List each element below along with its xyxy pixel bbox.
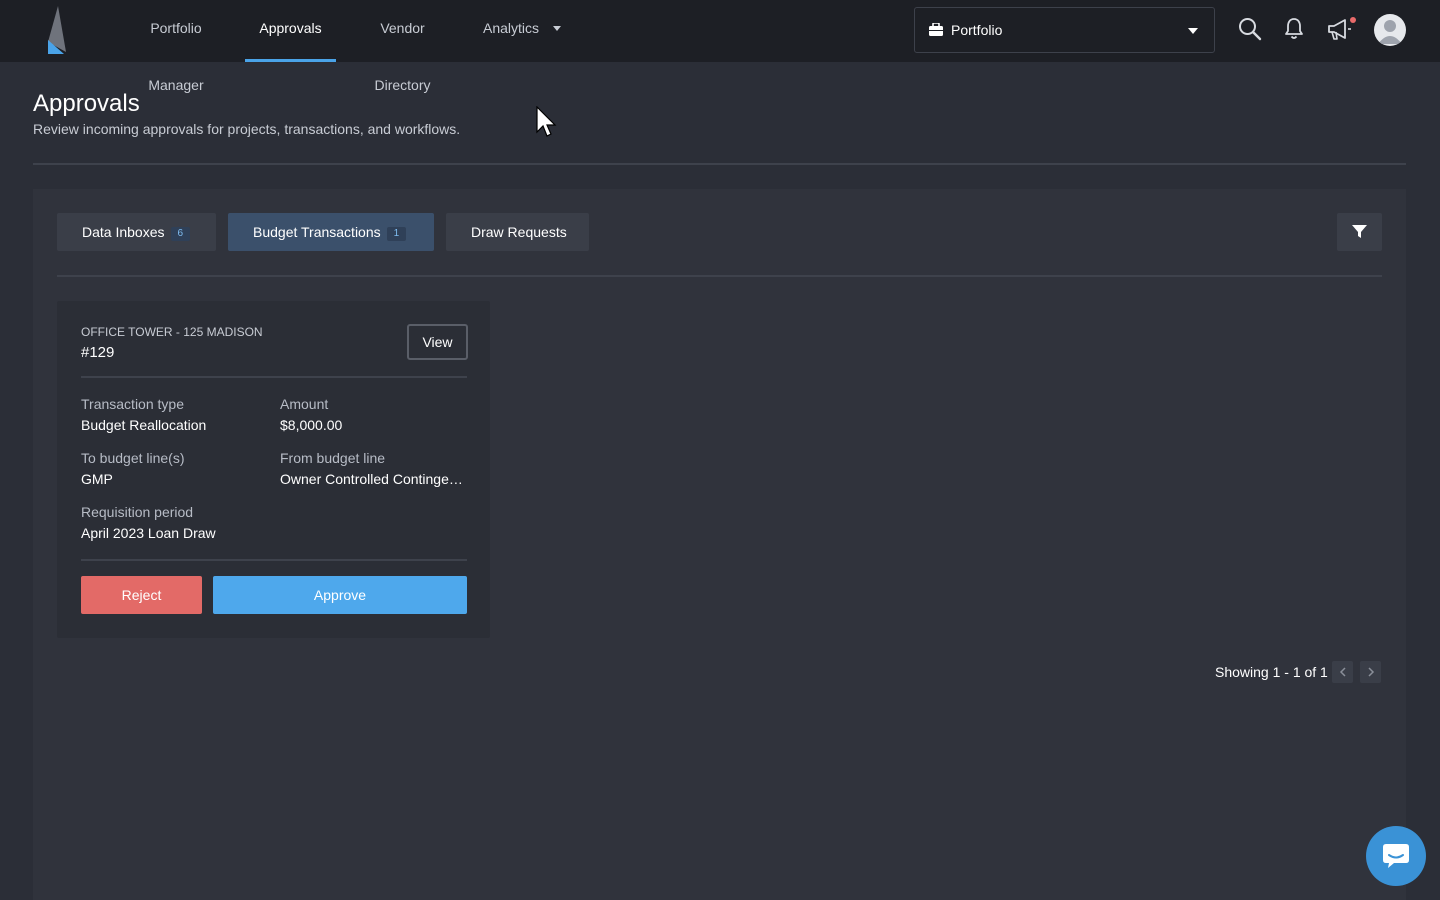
nav-analytics[interactable]: Analytics [483, 0, 563, 62]
tab-budget-transactions-count: 1 [386, 227, 407, 241]
search-icon[interactable] [1238, 17, 1262, 41]
card-project-name: OFFICE TOWER - 125 MADISON [81, 325, 263, 339]
transaction-type-value: Budget Reallocation [81, 417, 207, 433]
from-budget-label: From budget line [280, 450, 386, 466]
mouse-cursor-icon [536, 106, 557, 137]
requisition-period-label: Requisition period [81, 504, 194, 520]
chevron-right-icon [1368, 667, 1375, 677]
tab-budget-transactions[interactable]: Budget Transactions 1 [228, 213, 434, 251]
pagination-summary: Showing 1 - 1 of 1 [1215, 664, 1328, 680]
amount-label: Amount [280, 396, 329, 412]
approve-button[interactable]: Approve [213, 576, 467, 614]
chat-support-button[interactable] [1366, 826, 1426, 886]
nav-vendor-directory-label: Vendor Directory [374, 20, 431, 93]
tab-draw-requests[interactable]: Draw Requests [446, 213, 589, 251]
tabs-divider [57, 275, 1382, 277]
chevron-left-icon [1339, 667, 1346, 677]
nav-portfolio-manager-label: Portfolio Manager [148, 20, 204, 93]
approvals-panel: Data Inboxes 6 Budget Transactions 1 Draw … [33, 189, 1406, 900]
page-title: Approvals [33, 90, 140, 117]
header-divider [33, 163, 1406, 165]
nav-vendor-directory[interactable]: Vendor Directory [352, 0, 453, 93]
portfolio-select[interactable]: Portfolio [914, 7, 1215, 53]
filter-icon [1352, 225, 1367, 238]
reject-button[interactable]: Reject [81, 576, 202, 614]
user-silhouette-icon [1378, 20, 1402, 44]
next-page-button[interactable] [1360, 661, 1381, 683]
nav-analytics-label: Analytics [483, 20, 540, 36]
app-logo[interactable] [46, 6, 68, 54]
nav-active-indicator [245, 59, 336, 62]
amount-value: $8,000.00 [280, 417, 343, 433]
filter-button[interactable] [1337, 213, 1382, 251]
bell-icon[interactable] [1284, 17, 1304, 41]
notification-dot [1350, 17, 1356, 23]
approval-card: OFFICE TOWER - 125 MADISON #129 View Tra… [57, 301, 490, 638]
avatar[interactable] [1374, 14, 1406, 46]
tab-data-inboxes-count: 6 [170, 227, 191, 241]
nav-approvals-label: Approvals [259, 20, 322, 36]
nav-portfolio-manager[interactable]: Portfolio Manager [121, 0, 231, 93]
tab-budget-transactions-label: Budget Transactions [253, 224, 381, 240]
portfolio-select-value: Portfolio [951, 22, 1003, 38]
chevron-down-icon [1188, 28, 1198, 34]
top-navigation-bar: Portfolio Manager Approvals Vendor Direc… [0, 0, 1440, 93]
chevron-down-icon [552, 25, 561, 31]
to-budget-value: GMP [81, 471, 113, 487]
nav-approvals[interactable]: Approvals [245, 0, 336, 62]
card-divider [81, 376, 467, 378]
card-transaction-number: #129 [81, 344, 115, 361]
page-subtitle: Review incoming approvals for projects, … [33, 121, 461, 137]
briefcase-icon [929, 23, 943, 36]
tab-draw-requests-label: Draw Requests [471, 224, 567, 240]
from-budget-value: Owner Controlled Contingen… [280, 471, 467, 487]
previous-page-button[interactable] [1332, 661, 1353, 683]
card-divider [81, 559, 467, 561]
transaction-type-label: Transaction type [81, 396, 184, 412]
view-button[interactable]: View [407, 324, 468, 360]
tab-data-inboxes[interactable]: Data Inboxes 6 [57, 213, 216, 251]
to-budget-label: To budget line(s) [81, 450, 185, 466]
requisition-period-value: April 2023 Loan Draw [81, 525, 216, 541]
chat-icon [1383, 844, 1409, 868]
tab-data-inboxes-label: Data Inboxes [82, 224, 165, 240]
